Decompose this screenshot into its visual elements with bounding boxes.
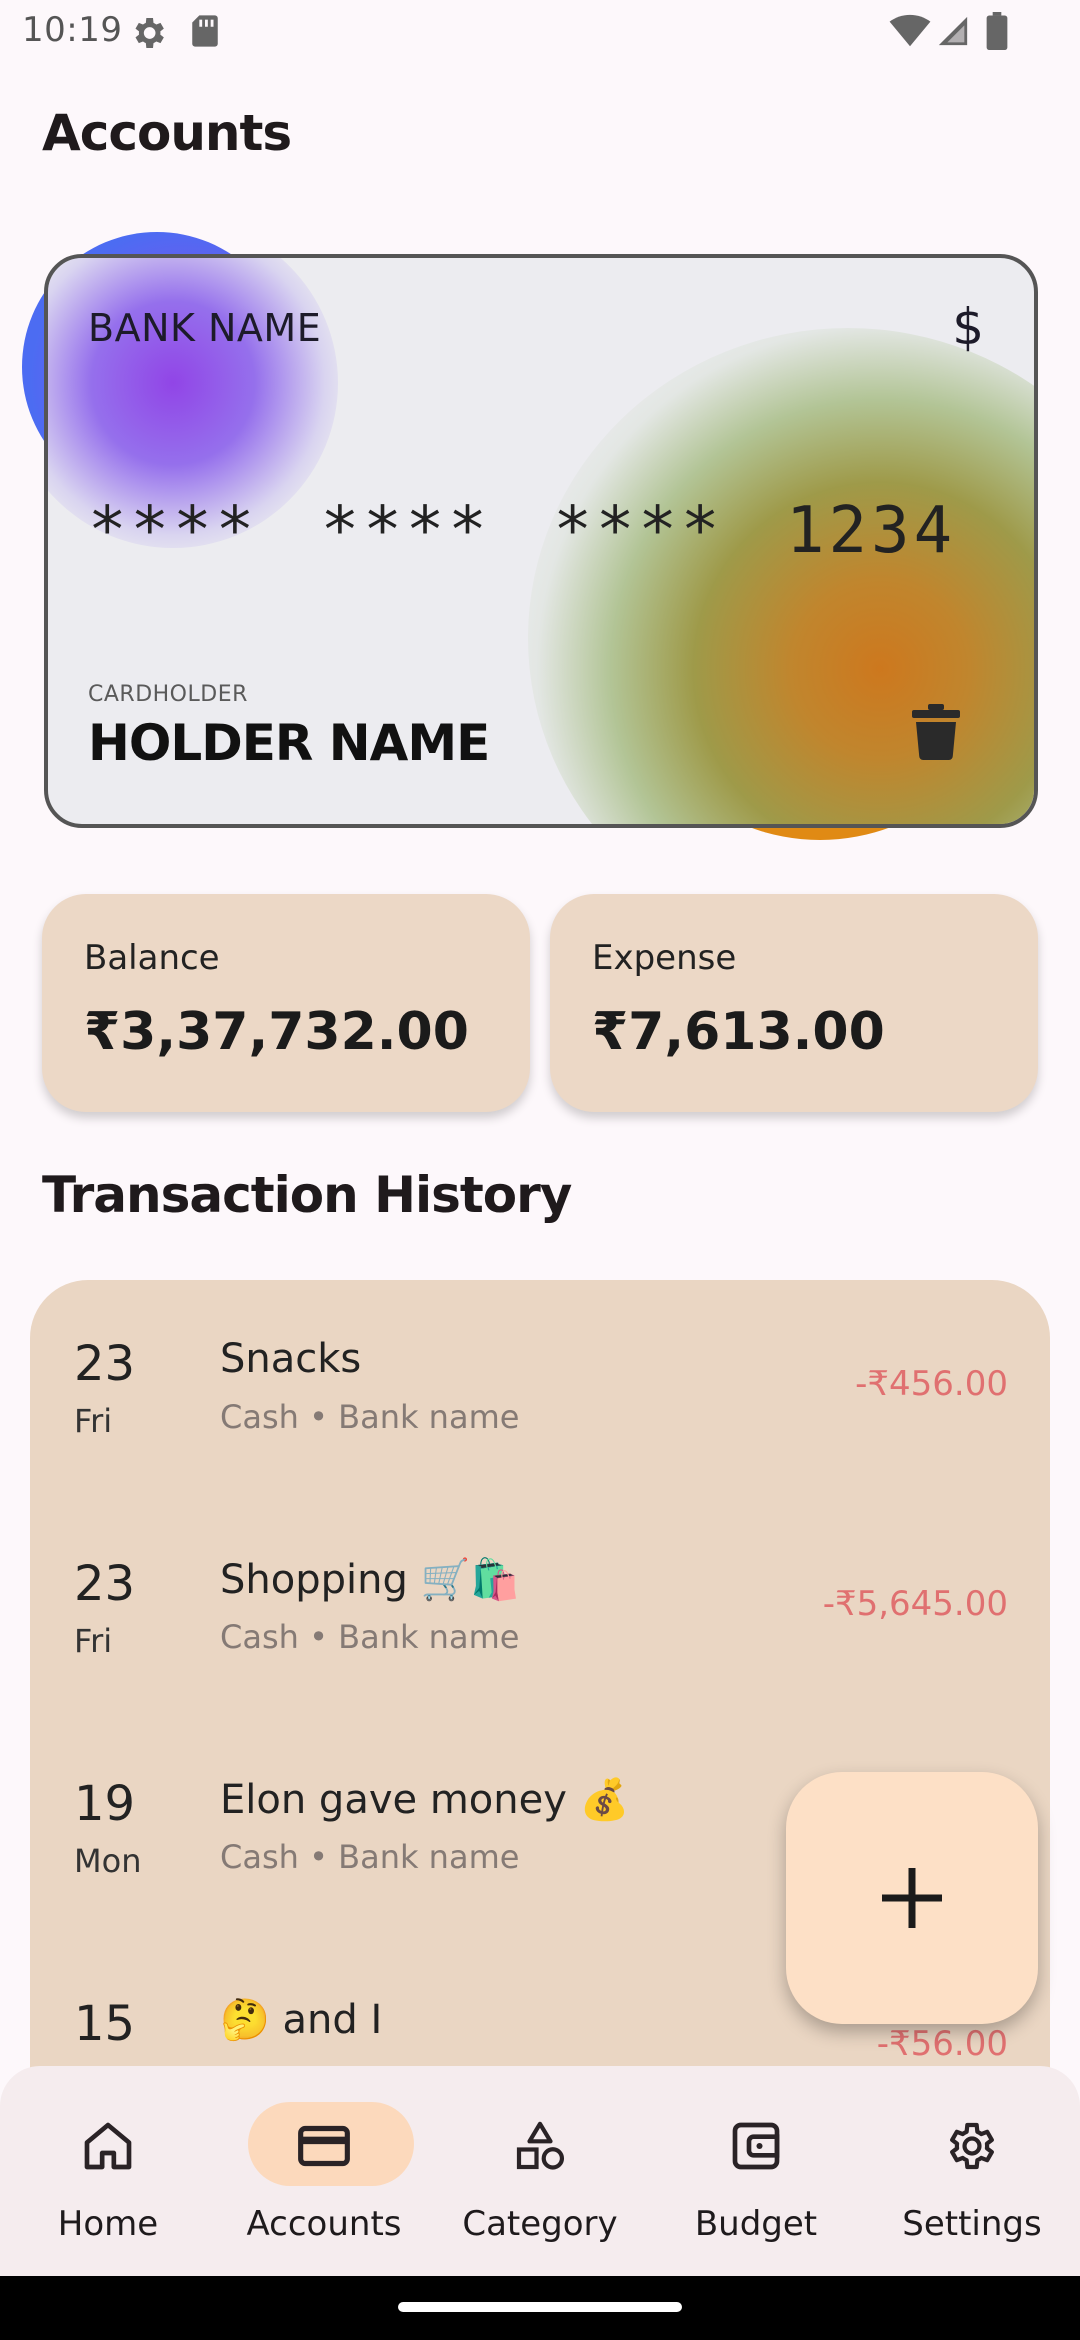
wifi-icon bbox=[889, 14, 931, 47]
card-number: **** **** **** 1234 bbox=[88, 494, 957, 568]
add-transaction-button[interactable] bbox=[786, 1772, 1038, 2024]
settings-status-icon bbox=[135, 18, 164, 48]
transaction-subtitle: Cash • Bank name bbox=[220, 1398, 520, 1436]
sd-card-icon bbox=[192, 15, 218, 47]
nav-budget[interactable]: Budget bbox=[648, 2066, 864, 2276]
cardholder-label: CARDHOLDER bbox=[88, 682, 248, 707]
battery-icon bbox=[986, 12, 1008, 50]
nav-accounts[interactable]: Accounts bbox=[216, 2066, 432, 2276]
status-time: 10:19 bbox=[22, 10, 123, 50]
bank-card-container: BANK NAME $ **** **** **** 1234 CARDHOLD… bbox=[20, 230, 1050, 850]
transaction-subtitle: Cash • Bank name bbox=[220, 1618, 520, 1656]
holder-name: HOLDER NAME bbox=[88, 714, 490, 772]
transaction-amount: -₹56.00 bbox=[876, 2024, 1008, 2064]
signal-icon bbox=[938, 16, 968, 46]
transaction-amount: -₹5,645.00 bbox=[822, 1584, 1008, 1624]
expense-label: Expense bbox=[592, 938, 737, 978]
transaction-amount: -₹456.00 bbox=[855, 1364, 1008, 1404]
balance-value: ₹3,37,732.00 bbox=[84, 1002, 469, 1062]
transaction-day: 23 bbox=[74, 1336, 136, 1392]
balance-label: Balance bbox=[84, 938, 220, 978]
transaction-title: Snacks bbox=[220, 1336, 362, 1382]
transaction-weekday: Fri bbox=[74, 1622, 113, 1660]
transaction-day: 23 bbox=[74, 1556, 136, 1612]
nav-label: Home bbox=[57, 2204, 159, 2244]
transaction-row[interactable]: 23 Fri Snacks Cash • Bank name -₹456.00 bbox=[30, 1280, 1050, 1500]
plus-icon bbox=[882, 1868, 942, 1928]
trash-icon[interactable] bbox=[912, 704, 960, 760]
category-shapes-icon bbox=[516, 2121, 565, 2170]
system-navigation-bar bbox=[0, 2276, 1080, 2340]
transaction-weekday: Fri bbox=[74, 1402, 113, 1440]
nav-settings[interactable]: Settings bbox=[864, 2066, 1080, 2276]
expense-value: ₹7,613.00 bbox=[592, 1002, 885, 1062]
gesture-handle[interactable] bbox=[398, 2302, 682, 2312]
transaction-subtitle: Cash • Bank name bbox=[220, 1838, 520, 1876]
bank-card[interactable]: BANK NAME $ **** **** **** 1234 CARDHOLD… bbox=[44, 254, 1038, 828]
nav-home[interactable]: Home bbox=[0, 2066, 216, 2276]
transaction-title: 🤔 and I bbox=[220, 1997, 383, 2043]
nav-label: Category bbox=[462, 2204, 618, 2244]
currency-symbol: $ bbox=[952, 298, 984, 356]
transaction-weekday: Mon bbox=[74, 1842, 142, 1880]
wallet-icon bbox=[732, 2122, 780, 2170]
home-icon bbox=[84, 2122, 132, 2170]
transaction-day: 15 bbox=[74, 1996, 136, 2052]
nav-category[interactable]: Category bbox=[432, 2066, 648, 2276]
transaction-title: Elon gave money 💰 bbox=[220, 1777, 630, 1823]
transaction-row[interactable]: 23 Fri Shopping 🛒🛍️ Cash • Bank name -₹5… bbox=[30, 1500, 1050, 1720]
credit-card-icon bbox=[298, 2125, 350, 2167]
transaction-history-title: Transaction History bbox=[42, 1166, 572, 1224]
nav-label: Accounts bbox=[246, 2204, 402, 2244]
nav-label: Settings bbox=[902, 2204, 1042, 2244]
card-glow-orange bbox=[528, 328, 1034, 824]
balance-card[interactable]: Balance ₹3,37,732.00 bbox=[42, 894, 530, 1112]
page-title: Accounts bbox=[42, 104, 292, 162]
gear-icon bbox=[950, 2122, 994, 2170]
bottom-navigation: Home Accounts Category Budget Settings bbox=[0, 2066, 1080, 2276]
nav-label: Budget bbox=[694, 2204, 818, 2244]
bank-name: BANK NAME bbox=[88, 306, 322, 350]
expense-card[interactable]: Expense ₹7,613.00 bbox=[550, 894, 1038, 1112]
transaction-day: 19 bbox=[74, 1776, 136, 1832]
status-bar: 10:19 bbox=[0, 0, 1080, 64]
transaction-title: Shopping 🛒🛍️ bbox=[220, 1557, 521, 1603]
